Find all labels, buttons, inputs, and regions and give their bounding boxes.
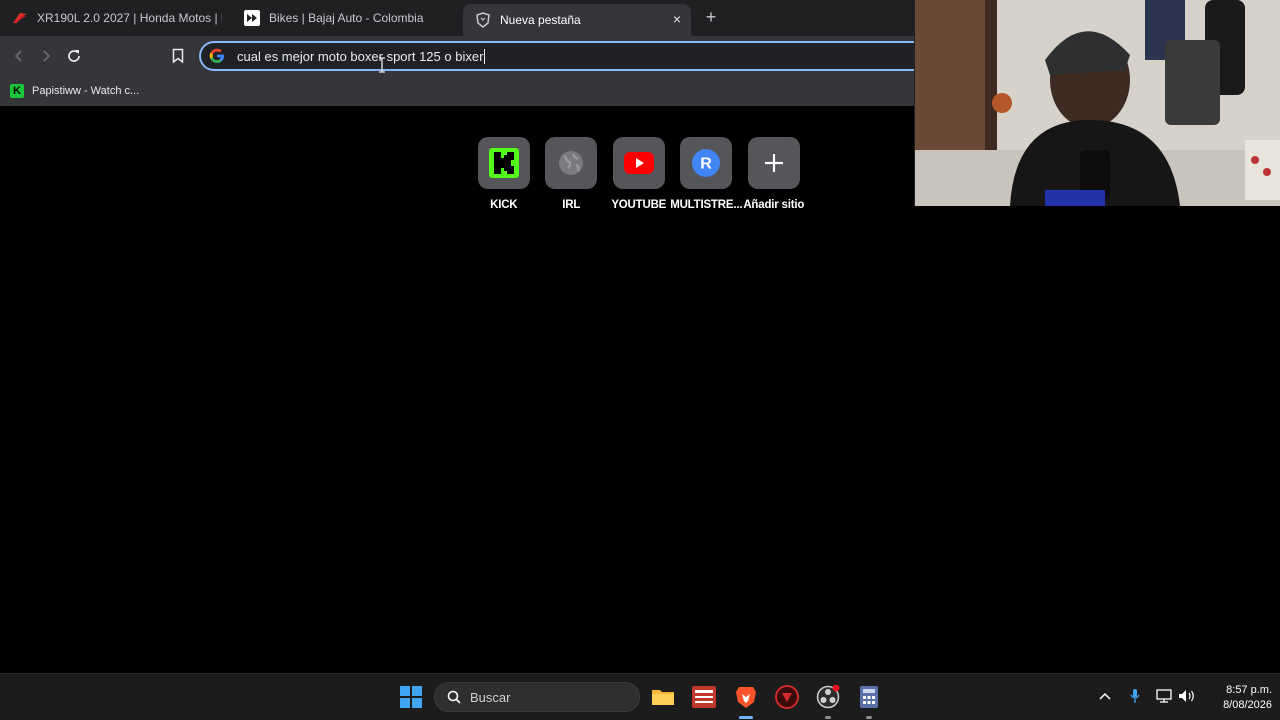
- tab-bajaj[interactable]: Bikes | Bajaj Auto - Colombia: [244, 4, 454, 32]
- shortcut-label: MULTISTRE...: [670, 199, 743, 211]
- youtube-icon: [623, 152, 654, 174]
- volume-tray-button[interactable]: [1178, 687, 1196, 705]
- tab-new-tab[interactable]: Nueva pestaña ×: [463, 4, 691, 36]
- brave-lion-icon: [736, 687, 756, 708]
- microphone-tray-button[interactable]: [1126, 687, 1144, 705]
- shortcut-tile[interactable]: R: [680, 137, 733, 189]
- shortcut-multistream[interactable]: R MULTISTRE...: [670, 137, 743, 211]
- omnibox-query[interactable]: cual es mejor moto boxer sport 125 o bix…: [237, 49, 483, 64]
- forward-button[interactable]: [34, 44, 58, 68]
- bookmark-button[interactable]: [166, 44, 190, 68]
- shortcut-tile[interactable]: [545, 137, 598, 189]
- brave-browser-button[interactable]: [732, 683, 760, 711]
- honda-wing-icon: [12, 10, 28, 26]
- brave-shield-icon: [475, 12, 491, 28]
- new-tab-button[interactable]: +: [700, 6, 722, 28]
- red-app-icon: [775, 685, 799, 709]
- plus-icon: [764, 154, 783, 172]
- tab-title: XR190L 2.0 2027 | Honda Motos | Ho: [37, 11, 222, 25]
- taskbar-search[interactable]: Buscar: [434, 682, 640, 712]
- toolbar: cual es mejor moto boxer sport 125 o bix…: [0, 36, 919, 76]
- clock-time: 8:57 p.m.: [1226, 684, 1272, 696]
- shortcut-label: IRL: [562, 199, 581, 211]
- folder-icon: [652, 690, 674, 705]
- bookmark-item-papistiww[interactable]: K Papistiww - Watch c...: [10, 81, 139, 101]
- voicemeeter-icon: [692, 686, 716, 708]
- tab-honda[interactable]: XR190L 2.0 2027 | Honda Motos | Ho: [12, 4, 222, 32]
- shortcut-label: KICK: [490, 199, 518, 211]
- bajaj-logo-icon: [244, 10, 260, 26]
- bookmarks-bar: K Papistiww - Watch c...: [0, 76, 915, 106]
- obs-studio-button[interactable]: [814, 683, 842, 711]
- shortcut-tile[interactable]: [612, 137, 665, 189]
- windows-logo-icon: [400, 686, 422, 708]
- shortcut-youtube[interactable]: YOUTUBE: [605, 137, 673, 211]
- search-placeholder: Buscar: [470, 689, 511, 705]
- clock-date: 8/08/2026: [1223, 699, 1272, 711]
- shortcuts-grid: KICK IRL YOUTUBE R MULTISTRE... Añadir s…: [470, 137, 808, 211]
- back-button[interactable]: [7, 44, 31, 68]
- taskbar-clock[interactable]: 8:57 p.m. 8/08/2026: [1200, 683, 1272, 713]
- globe-icon: [559, 151, 584, 175]
- taskbar: Buscar 8:57 p.m. 8/08/2026: [0, 673, 1280, 720]
- shortcut-tile[interactable]: [747, 137, 800, 189]
- chevron-up-icon: [1099, 692, 1111, 700]
- obs-like-app-button[interactable]: [773, 683, 801, 711]
- active-app-indicator: [739, 716, 753, 719]
- bookmark-label: Papistiww - Watch c...: [32, 85, 140, 97]
- close-tab-icon[interactable]: ×: [669, 11, 685, 27]
- webcam-overlay: [914, 0, 1280, 206]
- kick-icon: K: [10, 84, 24, 98]
- screen: XR190L 2.0 2027 | Honda Motos | Ho Bikes…: [0, 0, 1280, 720]
- network-icon: [1156, 689, 1172, 703]
- reload-button[interactable]: [62, 44, 86, 68]
- address-bar[interactable]: cual es mejor moto boxer sport 125 o bix…: [199, 41, 919, 71]
- network-tray-button[interactable]: [1155, 687, 1173, 705]
- microphone-icon: [1130, 689, 1140, 703]
- calculator-button[interactable]: [855, 683, 883, 711]
- kick-icon: [488, 148, 519, 178]
- shortcut-label: YOUTUBE: [611, 199, 667, 211]
- search-icon: [447, 690, 461, 704]
- start-button[interactable]: [397, 683, 425, 711]
- calculator-icon: [860, 686, 878, 708]
- shortcut-irl[interactable]: IRL: [538, 137, 606, 211]
- file-explorer-button[interactable]: [649, 683, 677, 711]
- r-letter-icon: R: [692, 149, 721, 177]
- shortcut-add-site[interactable]: Añadir sitio: [740, 137, 808, 211]
- reload-icon: [68, 50, 80, 62]
- running-app-indicator: [866, 716, 872, 719]
- tab-title: Bikes | Bajaj Auto - Colombia: [269, 11, 424, 25]
- shortcut-label: Añadir sitio: [743, 199, 805, 211]
- arrow-right-icon: [43, 50, 51, 62]
- arrow-left-icon: [14, 50, 22, 62]
- bookmark-icon: [172, 48, 184, 64]
- speaker-icon: [1179, 690, 1194, 702]
- google-g-icon: [209, 48, 225, 64]
- text-cursor-icon: [379, 57, 385, 73]
- running-app-indicator: [825, 716, 831, 719]
- tab-title: Nueva pestaña: [500, 13, 581, 27]
- tab-strip: XR190L 2.0 2027 | Honda Motos | Ho Bikes…: [0, 0, 915, 36]
- obs-icon: [816, 685, 840, 709]
- shortcut-tile[interactable]: [477, 137, 530, 189]
- r-letter: R: [700, 156, 712, 173]
- text-caret: [484, 48, 486, 64]
- voicemeeter-button[interactable]: [690, 683, 718, 711]
- show-hidden-icons-button[interactable]: [1096, 687, 1114, 705]
- shortcut-kick[interactable]: KICK: [470, 137, 538, 211]
